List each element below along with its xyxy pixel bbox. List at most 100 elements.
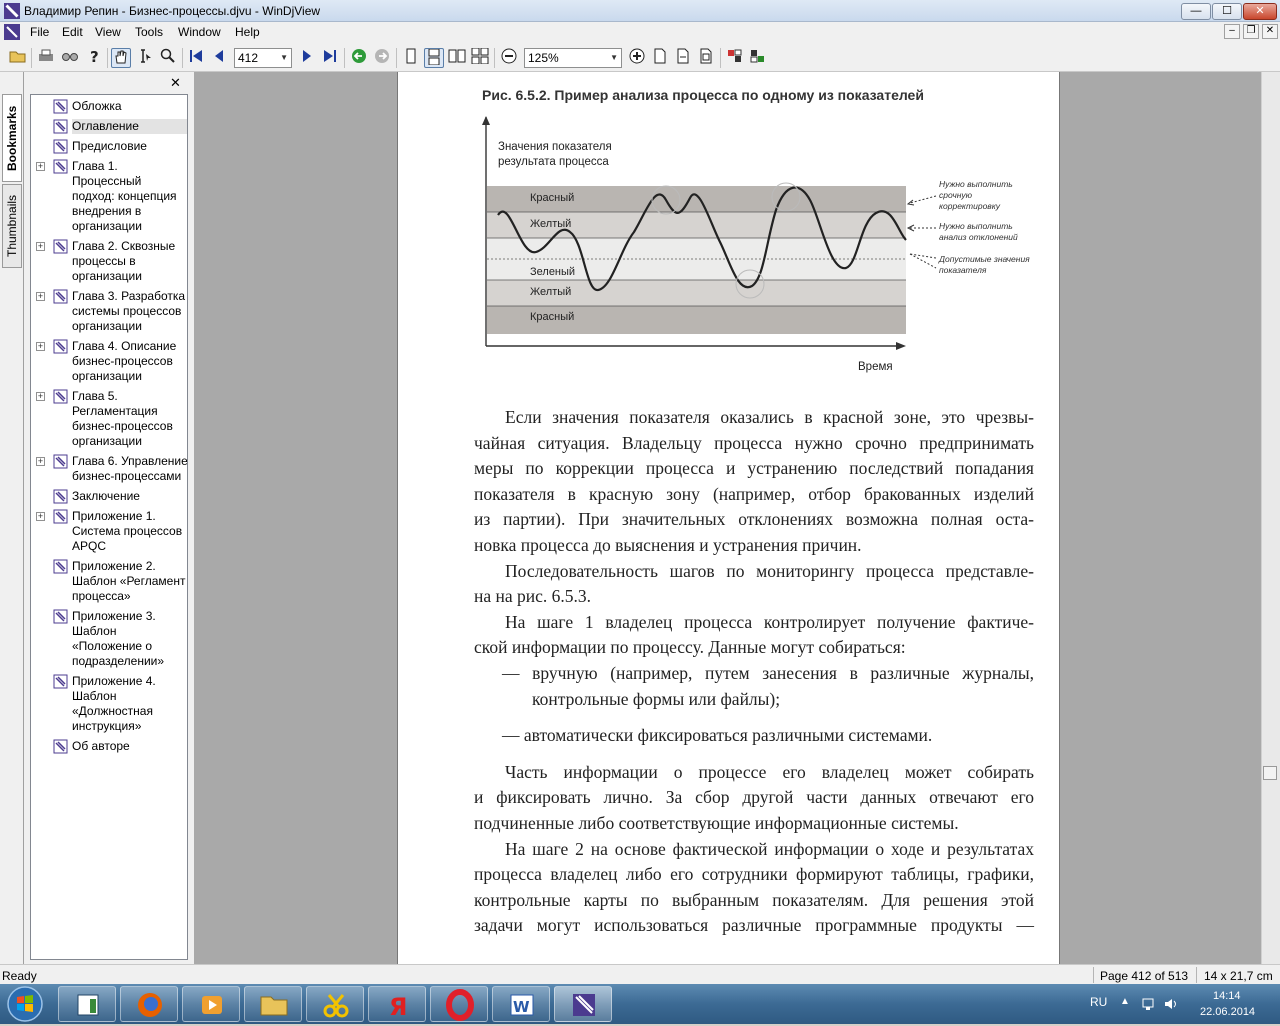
document-icon[interactable] xyxy=(4,24,20,40)
select-tool-icon[interactable] xyxy=(134,48,154,68)
figure-diagram: Значения показателя результата процесса … xyxy=(482,116,1030,373)
close-panel-icon[interactable]: ✕ xyxy=(170,75,181,91)
hand-tool-icon[interactable] xyxy=(111,48,131,68)
clock-time[interactable]: 14:14 xyxy=(1213,990,1241,1002)
bookmarks-tree[interactable]: Обложка Оглавление Предисловие + Глава 1. Пр… xyxy=(30,94,188,960)
text-line: из партии). При значительных отклонениях… xyxy=(474,509,1034,530)
bookmark-item[interactable]: Заключение xyxy=(31,489,187,504)
menu-edit[interactable]: Edit xyxy=(57,24,88,40)
find-icon[interactable] xyxy=(60,48,80,68)
annotation-arrow xyxy=(909,195,937,204)
taskbar-explorer[interactable] xyxy=(58,986,116,1022)
bookmark-item[interactable]: + Глава 5. Регламентация бизнес-процессов… xyxy=(31,389,187,449)
taskbar-opera[interactable] xyxy=(430,986,488,1022)
text-line: — автоматически фиксироваться различными… xyxy=(502,725,933,746)
zoom-in-icon[interactable] xyxy=(627,48,647,68)
language-indicator[interactable]: RU xyxy=(1090,995,1107,1009)
taskbar-scissors[interactable] xyxy=(306,986,364,1022)
single-page-icon[interactable] xyxy=(401,48,421,68)
back-icon[interactable] xyxy=(349,48,369,68)
volume-icon[interactable] xyxy=(1163,996,1179,1012)
tab-thumbnails[interactable]: Thumbnails xyxy=(2,184,22,268)
zoom-combo[interactable]: 125% ▼ xyxy=(524,48,622,68)
bookmark-item[interactable]: Приложение 4. Шаблон «Должностная инстру… xyxy=(31,674,187,734)
mdi-minimize-button[interactable]: – xyxy=(1224,24,1240,39)
mdi-close-button[interactable]: ✕ xyxy=(1262,24,1278,39)
taskbar-yandex[interactable]: Я xyxy=(368,986,426,1022)
bookmark-item[interactable]: + Глава 4. Описание бизнес-процессов орга… xyxy=(31,339,187,384)
last-page-icon[interactable] xyxy=(320,48,340,68)
open-icon[interactable] xyxy=(8,48,28,68)
network-icon[interactable] xyxy=(1141,996,1157,1012)
annotation-urgent-1: Нужно выполнить xyxy=(939,179,1013,189)
tab-bookmarks[interactable]: Bookmarks xyxy=(2,94,22,182)
document-page[interactable]: Рис. 6.5.2. Пример анализа процесса по о… xyxy=(397,72,1060,964)
taskbar-windjview[interactable] xyxy=(554,986,612,1022)
bookmark-item[interactable]: Приложение 2. Шаблон «Регламент процесса… xyxy=(31,559,187,604)
first-page-icon[interactable] xyxy=(186,48,206,68)
bookmark-item[interactable]: Обложка xyxy=(31,99,187,114)
bookmark-label: Глава 3. Разработка системы процессов ор… xyxy=(72,289,186,333)
zone-label-yellow-bottom: Желтый xyxy=(530,286,571,298)
bookmark-item[interactable]: Оглавление xyxy=(31,119,187,134)
bookmark-item[interactable]: + Глава 1. Процессный подход: концепция в… xyxy=(31,159,187,234)
expand-icon[interactable]: + xyxy=(36,162,45,171)
taskbar-folder[interactable] xyxy=(244,986,302,1022)
clock-date[interactable]: 22.06.2014 xyxy=(1200,1006,1255,1018)
scrollbar-thumb[interactable] xyxy=(1263,766,1277,780)
previous-page-icon[interactable] xyxy=(209,48,229,68)
zoom-out-icon[interactable] xyxy=(499,48,519,68)
bookmark-label: Глава 4. Описание бизнес-процессов орган… xyxy=(72,339,177,383)
fit-width-icon[interactable] xyxy=(673,48,693,68)
expand-icon[interactable]: + xyxy=(36,292,45,301)
menu-help[interactable]: Help xyxy=(230,24,265,40)
forward-icon[interactable] xyxy=(372,48,392,68)
tray-expand-icon[interactable]: ▲ xyxy=(1120,996,1130,1007)
next-page-icon[interactable] xyxy=(297,48,317,68)
zone-label-yellow-top: Желтый xyxy=(530,218,571,230)
help-icon[interactable]: ? xyxy=(84,48,104,68)
bookmark-item[interactable]: Об авторе xyxy=(31,739,187,754)
bookmark-item[interactable]: + Глава 3. Разработка системы процессов о… xyxy=(31,289,187,334)
mdi-restore-button[interactable]: ❐ xyxy=(1243,24,1259,39)
expand-icon[interactable]: + xyxy=(36,392,45,401)
zone-label-green: Зеленый xyxy=(530,266,575,278)
bookmark-item[interactable]: + Глава 2. Сквозные процессы в организаци… xyxy=(31,239,187,284)
zoom-tool-icon[interactable] xyxy=(158,48,178,68)
expand-icon[interactable]: + xyxy=(36,242,45,251)
bookmark-item[interactable]: + Глава 6. Управление бизнес-процессами xyxy=(31,454,187,484)
rotate-left-icon[interactable] xyxy=(725,48,745,68)
close-button[interactable]: ✕ xyxy=(1243,3,1277,20)
menu-file[interactable]: File xyxy=(25,24,54,40)
fit-page-icon[interactable] xyxy=(696,48,716,68)
actual-size-icon[interactable] xyxy=(650,48,670,68)
bookmark-page-icon xyxy=(53,139,68,154)
zone-label-red-bottom: Красный xyxy=(530,311,574,323)
menu-bar: File Edit View Tools Window Help xyxy=(0,22,1280,42)
taskbar-word[interactable]: W xyxy=(492,986,550,1022)
taskbar-firefox[interactable] xyxy=(120,986,178,1022)
bookmark-item[interactable]: Приложение 3. Шаблон «Положение о подраз… xyxy=(31,609,187,669)
menu-view[interactable]: View xyxy=(90,24,126,40)
bookmark-page-icon xyxy=(53,509,68,524)
vertical-scrollbar[interactable] xyxy=(1261,72,1280,964)
bookmark-item[interactable]: Предисловие xyxy=(31,139,187,154)
continuous-facing-icon[interactable] xyxy=(470,47,490,68)
minimize-button[interactable]: — xyxy=(1181,3,1211,20)
bookmark-label: Обложка xyxy=(72,99,122,113)
expand-icon[interactable]: + xyxy=(36,342,45,351)
bookmark-item[interactable]: + Приложение 1. Система процессов APQC xyxy=(31,509,187,554)
expand-icon[interactable]: + xyxy=(36,457,45,466)
menu-tools[interactable]: Tools xyxy=(130,24,168,40)
rotate-right-icon[interactable] xyxy=(748,48,768,68)
facing-pages-icon[interactable] xyxy=(447,48,467,68)
continuous-page-icon[interactable] xyxy=(424,48,444,68)
start-button-icon[interactable] xyxy=(4,985,46,1023)
bookmark-page-icon xyxy=(53,239,68,254)
expand-icon[interactable]: + xyxy=(36,512,45,521)
menu-window[interactable]: Window xyxy=(173,24,226,40)
page-number-combo[interactable]: 412 ▼ xyxy=(234,48,292,68)
print-icon[interactable] xyxy=(36,48,56,68)
taskbar-media-player[interactable] xyxy=(182,986,240,1022)
maximize-button[interactable]: ☐ xyxy=(1212,3,1242,20)
